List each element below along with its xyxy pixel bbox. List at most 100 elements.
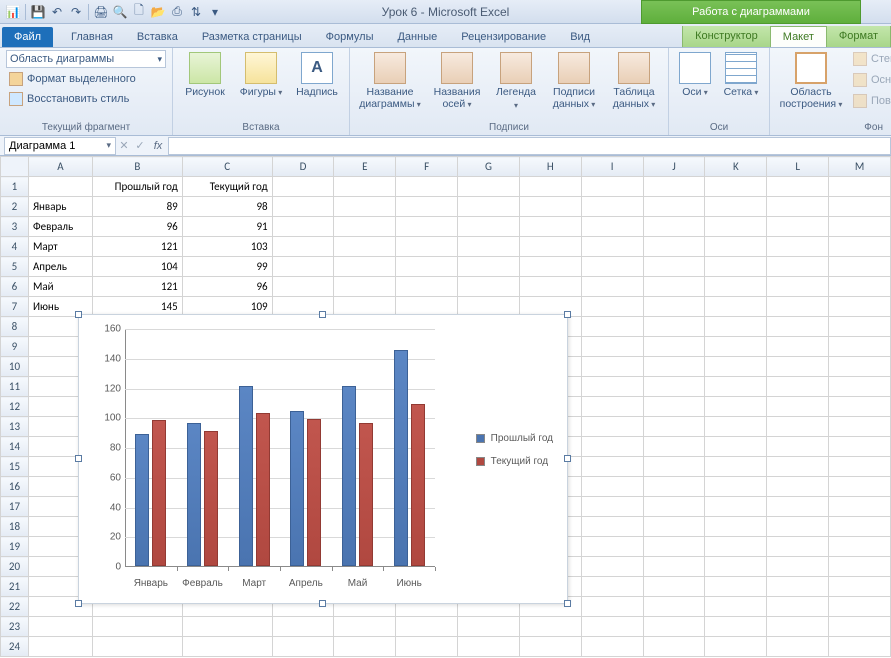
bar-series2[interactable] xyxy=(256,413,270,566)
fx-icon[interactable]: fx xyxy=(148,140,168,152)
undo-icon[interactable]: ↶ xyxy=(48,3,66,21)
axis-titles-button[interactable]: Названия осей xyxy=(428,50,486,113)
chart-floor-button[interactable]: Основание диагра xyxy=(850,71,891,89)
row-header[interactable]: 1 xyxy=(1,177,29,197)
resize-handle[interactable] xyxy=(564,600,571,607)
tab-page-layout[interactable]: Разметка страницы xyxy=(190,27,314,47)
row-header[interactable]: 6 xyxy=(1,277,29,297)
tab-review[interactable]: Рецензирование xyxy=(449,27,558,47)
col-header[interactable]: B xyxy=(92,157,182,177)
row-header[interactable]: 15 xyxy=(1,457,29,477)
row-header[interactable]: 16 xyxy=(1,477,29,497)
resize-handle[interactable] xyxy=(75,311,82,318)
row-header[interactable]: 2 xyxy=(1,197,29,217)
gridlines-button[interactable]: Сетка xyxy=(719,50,763,101)
tab-data[interactable]: Данные xyxy=(385,27,449,47)
name-box-caret-icon[interactable]: ▾ xyxy=(106,140,111,151)
col-header[interactable]: L xyxy=(767,157,829,177)
bar-series1[interactable] xyxy=(187,423,201,566)
row-header[interactable]: 11 xyxy=(1,377,29,397)
bar-series2[interactable] xyxy=(307,419,321,566)
chart-element-selector[interactable]: Область диаграммы ▾ xyxy=(6,50,166,68)
excel-icon[interactable]: 📊 xyxy=(4,3,22,21)
col-header[interactable]: K xyxy=(705,157,767,177)
row-header[interactable]: 19 xyxy=(1,537,29,557)
row-header[interactable]: 21 xyxy=(1,577,29,597)
tab-design[interactable]: Конструктор xyxy=(683,26,770,47)
col-header[interactable]: M xyxy=(829,157,891,177)
bar-series1[interactable] xyxy=(342,386,356,566)
reset-style-button[interactable]: Восстановить стиль xyxy=(6,90,166,108)
resize-handle[interactable] xyxy=(564,455,571,462)
chart-wall-button[interactable]: Стенка диаграммы xyxy=(850,50,891,68)
open-icon[interactable]: 📂 xyxy=(149,3,167,21)
resize-handle[interactable] xyxy=(564,311,571,318)
row-header[interactable]: 20 xyxy=(1,557,29,577)
row-header[interactable]: 4 xyxy=(1,237,29,257)
col-header[interactable]: D xyxy=(272,157,334,177)
row-header[interactable]: 9 xyxy=(1,337,29,357)
col-header[interactable]: J xyxy=(643,157,705,177)
tab-home[interactable]: Главная xyxy=(59,27,125,47)
resize-handle[interactable] xyxy=(319,600,326,607)
format-selection-button[interactable]: Формат выделенного xyxy=(6,70,166,88)
redo-icon[interactable]: ↷ xyxy=(67,3,85,21)
row-header[interactable]: 23 xyxy=(1,617,29,637)
col-header[interactable]: A xyxy=(28,157,92,177)
bar-series2[interactable] xyxy=(152,420,166,566)
resize-handle[interactable] xyxy=(75,600,82,607)
preview-icon[interactable]: 🔍 xyxy=(111,3,129,21)
axes-button[interactable]: Оси xyxy=(675,50,715,101)
row-header[interactable]: 12 xyxy=(1,397,29,417)
row-header[interactable]: 13 xyxy=(1,417,29,437)
select-all-corner[interactable] xyxy=(1,157,29,177)
col-header[interactable]: H xyxy=(519,157,581,177)
shapes-button[interactable]: Фигуры xyxy=(235,50,287,101)
row-header[interactable]: 3 xyxy=(1,217,29,237)
picture-button[interactable]: Рисунок xyxy=(179,50,231,100)
print-icon[interactable]: 🖨 xyxy=(92,3,110,21)
resize-handle[interactable] xyxy=(319,311,326,318)
sort-icon[interactable]: ⇅ xyxy=(187,3,205,21)
plot-area[interactable] xyxy=(125,329,435,567)
tab-insert[interactable]: Вставка xyxy=(125,27,190,47)
col-header[interactable]: I xyxy=(581,157,643,177)
quick-print-icon[interactable]: ⎙ xyxy=(168,3,186,21)
legend-button[interactable]: Легенда xyxy=(490,50,542,114)
col-header[interactable]: G xyxy=(458,157,520,177)
row-header[interactable]: 8 xyxy=(1,317,29,337)
tab-formulas[interactable]: Формулы xyxy=(314,27,386,47)
formula-accept-icon[interactable]: ✓ xyxy=(132,139,148,152)
bar-series2[interactable] xyxy=(411,404,425,566)
bar-series1[interactable] xyxy=(290,411,304,566)
name-box[interactable]: Диаграмма 1 ▾ xyxy=(4,137,116,155)
row-header[interactable]: 22 xyxy=(1,597,29,617)
bar-series1[interactable] xyxy=(239,386,253,566)
save-icon[interactable]: 💾 xyxy=(29,3,47,21)
textbox-button[interactable]: A Надпись xyxy=(291,50,343,100)
formula-input[interactable] xyxy=(168,137,891,155)
qat-more-icon[interactable]: ▾ xyxy=(206,3,224,21)
legend-item[interactable]: Текущий год xyxy=(476,456,553,467)
legend-item[interactable]: Прошлый год xyxy=(476,433,553,444)
tab-view[interactable]: Вид xyxy=(558,27,602,47)
tab-layout[interactable]: Макет xyxy=(770,26,827,47)
legend[interactable]: Прошлый год Текущий год xyxy=(476,433,553,479)
row-header[interactable]: 7 xyxy=(1,297,29,317)
col-header[interactable]: C xyxy=(182,157,272,177)
row-header[interactable]: 18 xyxy=(1,517,29,537)
row-header[interactable]: 24 xyxy=(1,637,29,657)
row-header[interactable]: 5 xyxy=(1,257,29,277)
col-header[interactable]: E xyxy=(334,157,396,177)
row-header[interactable]: 10 xyxy=(1,357,29,377)
rotation-button[interactable]: Поворот объёмно xyxy=(850,92,891,110)
row-header[interactable]: 14 xyxy=(1,437,29,457)
data-table-button[interactable]: Таблица данных xyxy=(606,50,662,113)
resize-handle[interactable] xyxy=(75,455,82,462)
tab-format[interactable]: Формат xyxy=(827,26,890,47)
chart-object[interactable]: Прошлый год Текущий год 0204060801001201… xyxy=(78,314,568,604)
bar-series2[interactable] xyxy=(204,431,218,566)
row-header[interactable]: 17 xyxy=(1,497,29,517)
chart-title-button[interactable]: Название диаграммы xyxy=(356,50,424,113)
data-labels-button[interactable]: Подписи данных xyxy=(546,50,602,113)
